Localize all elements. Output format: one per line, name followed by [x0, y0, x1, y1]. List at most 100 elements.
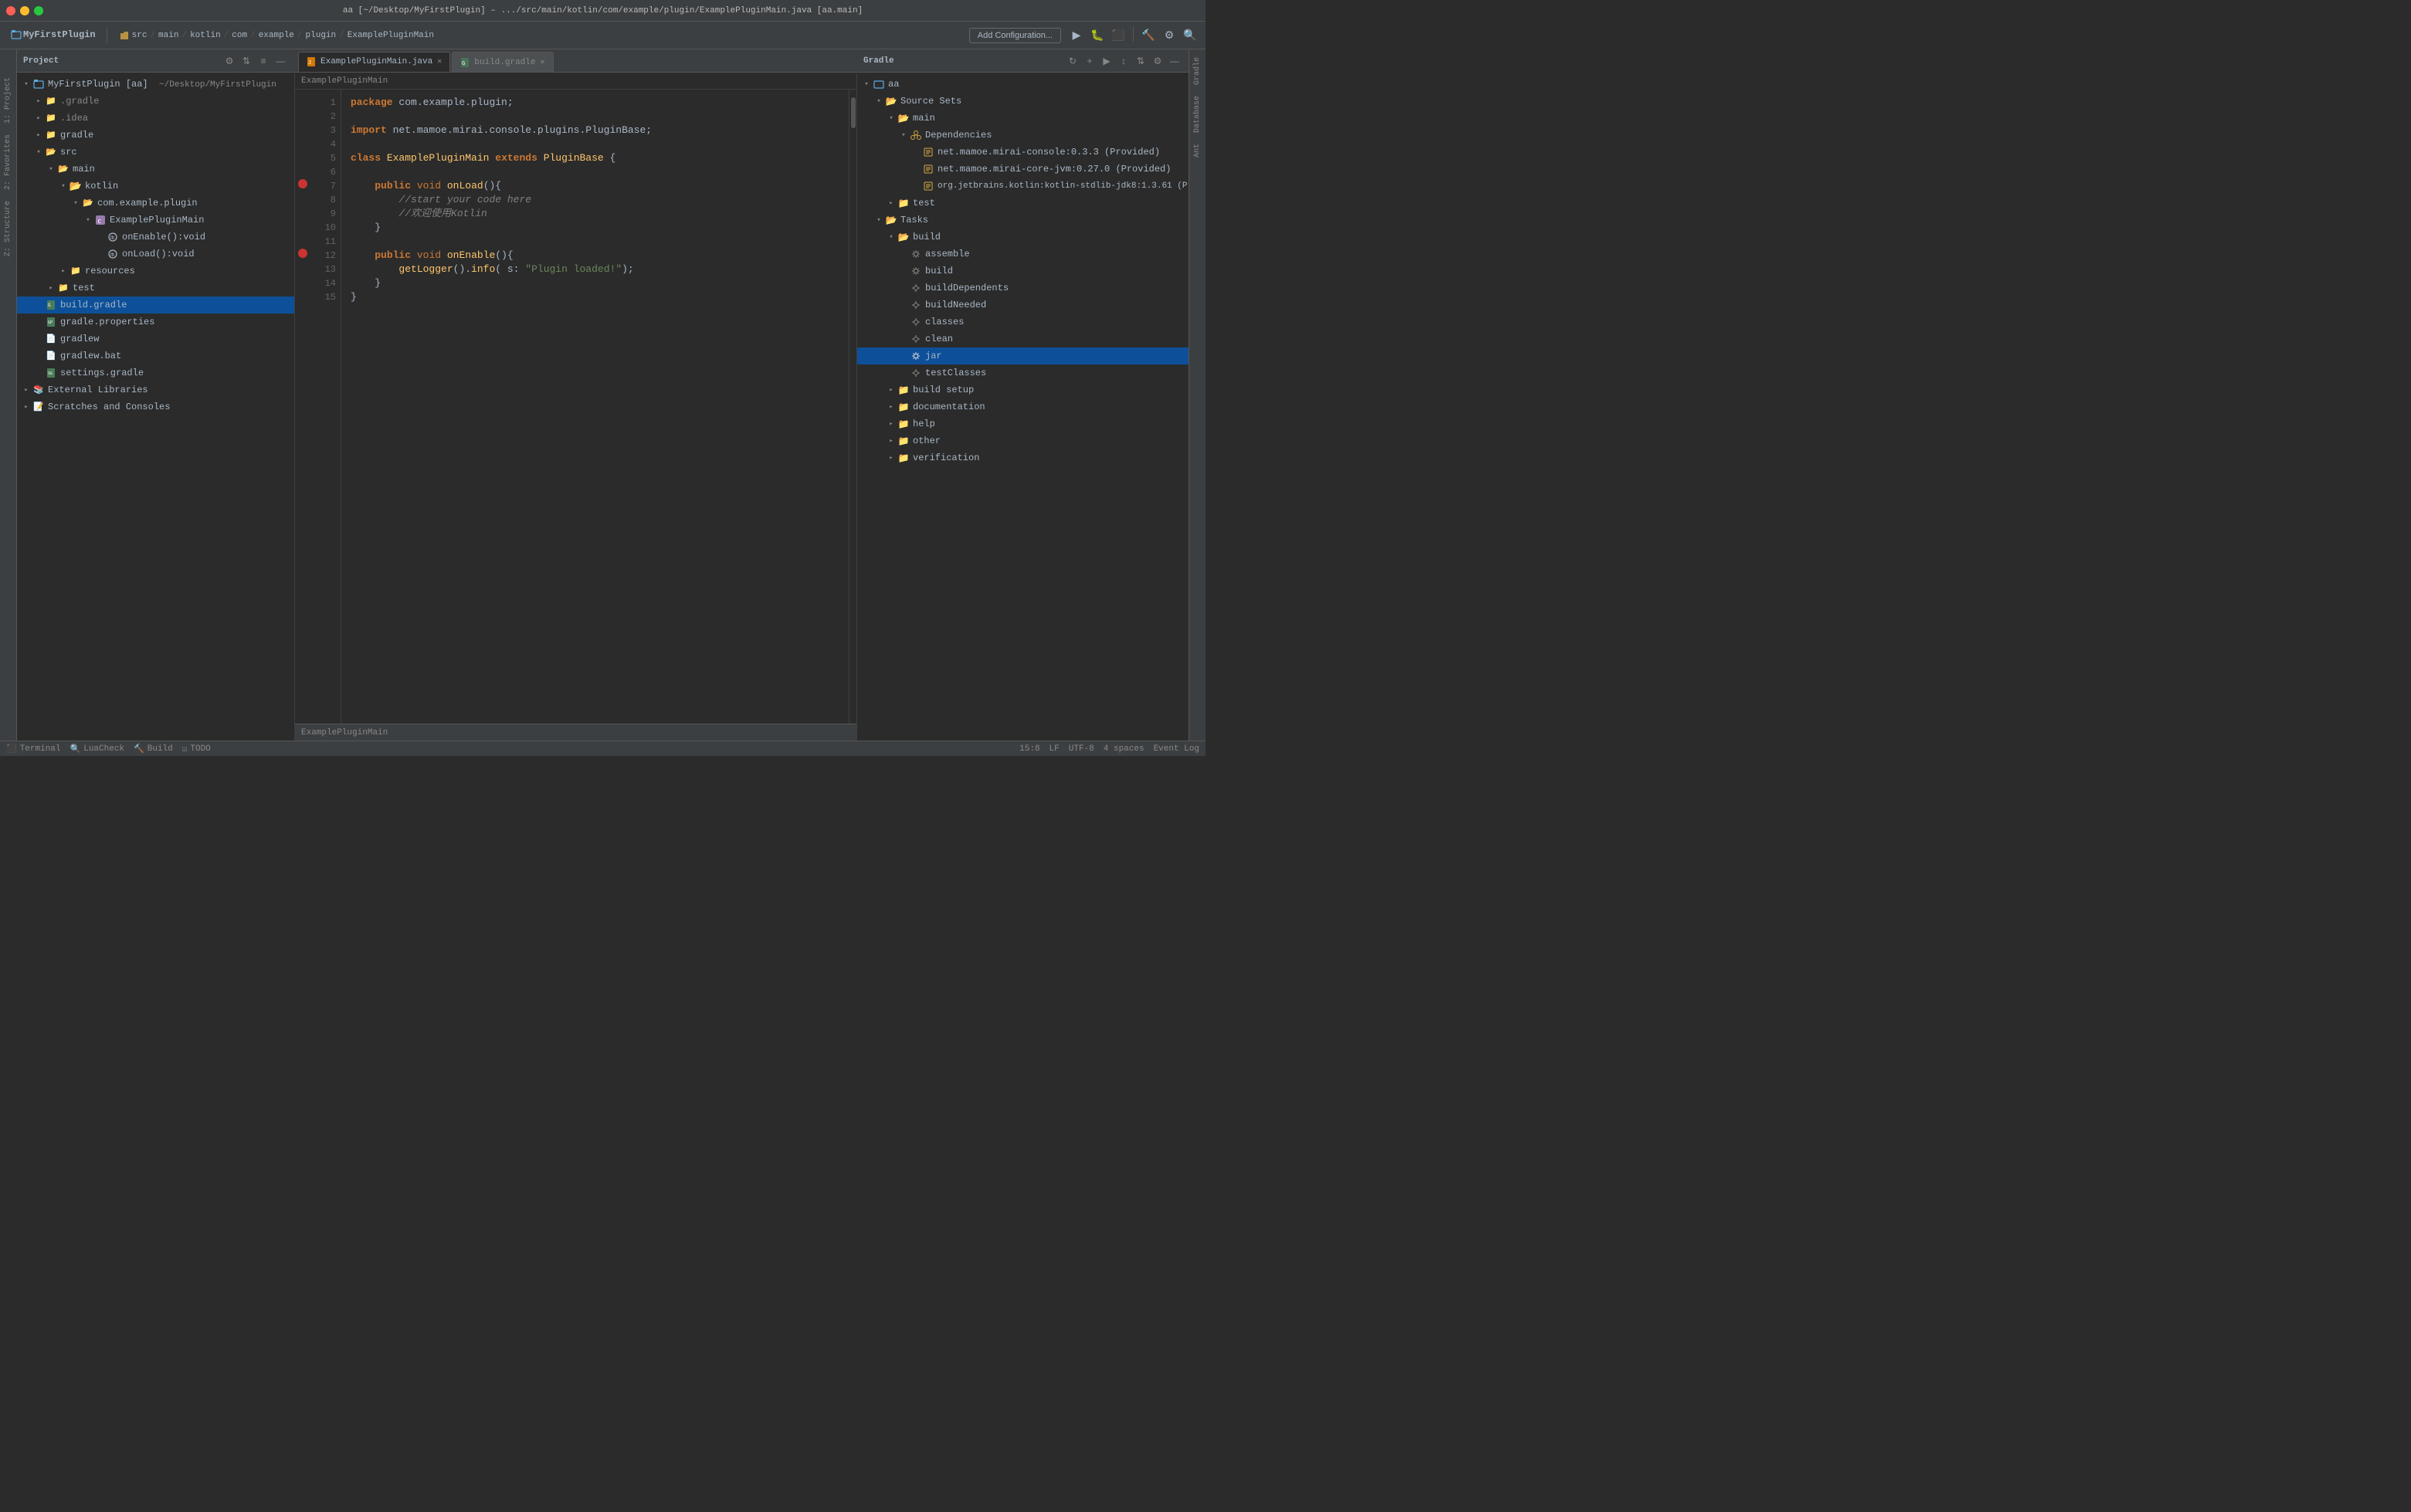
gradle-collapse-button[interactable]: ⇅: [1133, 53, 1148, 69]
gradle-item-testClasses[interactable]: testClasses: [857, 364, 1189, 381]
gradle-item-tasks[interactable]: 📂 Tasks: [857, 212, 1189, 229]
debug-button[interactable]: 🐛: [1088, 26, 1107, 45]
gradle-close-button[interactable]: —: [1167, 53, 1182, 69]
tree-item-gradle-properties[interactable]: GP gradle.properties: [17, 314, 294, 331]
tab-close-examplepluginmain[interactable]: ✕: [437, 57, 442, 66]
search-button[interactable]: 🔍: [1181, 26, 1199, 45]
tree-label-external-libs: External Libraries: [48, 385, 148, 395]
gradle-item-jar[interactable]: jar: [857, 347, 1189, 364]
settings-button[interactable]: ⚙: [1160, 26, 1178, 45]
gradle-refresh-button[interactable]: ↻: [1065, 53, 1080, 69]
tree-item-gradlew-bat[interactable]: 📄 gradlew.bat: [17, 347, 294, 364]
gradle-link-button[interactable]: +: [1082, 53, 1097, 69]
gradle-item-dependencies[interactable]: Dependencies: [857, 127, 1189, 144]
gradle-item-help[interactable]: 📁 help: [857, 415, 1189, 432]
gradle-item-documentation[interactable]: 📁 documentation: [857, 398, 1189, 415]
gradle-item-dep3[interactable]: org.jetbrains.kotlin:kotlin-stdlib-jdk8:…: [857, 178, 1189, 195]
tree-item-scratches[interactable]: 📝 Scratches and Consoles: [17, 398, 294, 415]
build-button-bottom[interactable]: 🔨 Build: [134, 744, 173, 754]
run-button[interactable]: ▶: [1067, 26, 1086, 45]
favorites-tab-strip[interactable]: Z: Structure: [2, 196, 14, 261]
tree-item-build-gradle[interactable]: G build.gradle: [17, 297, 294, 314]
folder-icon-gradle: 📁: [45, 129, 57, 141]
tab-build-gradle[interactable]: G build.gradle ✕: [452, 52, 553, 72]
gradle-item-source-sets[interactable]: 📂 Source Sets: [857, 93, 1189, 110]
gradle-item-other[interactable]: 📁 other: [857, 432, 1189, 449]
code-scrollbar[interactable]: [849, 90, 856, 724]
todo-icon: ☑: [182, 744, 188, 754]
arrow-main: [45, 163, 57, 175]
tree-item-examplepluginmain[interactable]: c ExamplePluginMain: [17, 212, 294, 229]
arrow-gradle: [32, 129, 45, 141]
tree-item-settings-gradle[interactable]: SG settings.gradle: [17, 364, 294, 381]
arrow-other: [885, 435, 897, 447]
gradle-label-aa: aa: [888, 79, 899, 90]
tree-item-onload[interactable]: m onLoad():void: [17, 246, 294, 263]
tree-item-onenable[interactable]: m onEnable():void: [17, 229, 294, 246]
main-ss-icon: 📂: [897, 112, 910, 124]
gradle-item-test-ss[interactable]: 📁 test: [857, 195, 1189, 212]
maximize-button[interactable]: [34, 6, 43, 15]
bc-file: ExamplePluginMain: [348, 31, 434, 40]
gradle-item-classes[interactable]: classes: [857, 314, 1189, 331]
event-log-button[interactable]: Event Log: [1154, 744, 1199, 754]
svg-text:GP: GP: [48, 320, 53, 325]
minimize-button[interactable]: [20, 6, 29, 15]
close-button[interactable]: [6, 6, 15, 15]
gradle-item-build-setup[interactable]: 📁 build setup: [857, 381, 1189, 398]
build-tasks-icon: 📂: [897, 231, 910, 243]
gradle-item-buildNeeded[interactable]: buildNeeded: [857, 297, 1189, 314]
database-side-tab[interactable]: Database: [1192, 91, 1203, 137]
project-tree[interactable]: MyFirstPlugin [aa] ~/Desktop/MyFirstPlug…: [17, 73, 294, 741]
gradlew-bat-icon: 📄: [45, 350, 57, 362]
tree-item-main[interactable]: 📂 main: [17, 161, 294, 178]
add-configuration-button[interactable]: Add Configuration...: [969, 28, 1061, 43]
tree-item-gradle[interactable]: 📁 gradle: [17, 127, 294, 144]
gradle-panel: Gradle ↻ + ▶ ↕ ⇅ ⚙ — aa: [856, 49, 1189, 741]
tab-examplepluginmain[interactable]: J ExamplePluginMain.java ✕: [298, 52, 450, 72]
gradle-item-dep1[interactable]: net.mamoe.mirai-console:0.3.3 (Provided): [857, 144, 1189, 161]
gradle-item-aa[interactable]: aa: [857, 76, 1189, 93]
gradle-side-tab[interactable]: Gradle: [1192, 53, 1203, 90]
tree-item-com-example-plugin[interactable]: 📂 com.example.plugin: [17, 195, 294, 212]
gradle-item-build-tasks[interactable]: 📂 build: [857, 229, 1189, 246]
tree-item-gradlew[interactable]: 📄 gradlew: [17, 331, 294, 347]
tree-item-myfirstplugin[interactable]: MyFirstPlugin [aa] ~/Desktop/MyFirstPlug…: [17, 76, 294, 93]
gradle-expand-button[interactable]: ↕: [1116, 53, 1131, 69]
tree-item-idea[interactable]: 📁 .idea: [17, 110, 294, 127]
code-content[interactable]: package com.example.plugin; import net.m…: [341, 90, 849, 724]
gradle-item-verification[interactable]: 📁 verification: [857, 449, 1189, 466]
gradle-settings-button[interactable]: ⚙: [1150, 53, 1165, 69]
gradle-item-dep2[interactable]: net.mamoe.mirai-core-jvm:0.27.0 (Provide…: [857, 161, 1189, 178]
run-buttons: ▶ 🐛 ⬛ 🔨 ⚙ 🔍: [1067, 26, 1199, 45]
project-tool-close[interactable]: —: [273, 53, 288, 69]
gradle-item-build-task[interactable]: build: [857, 263, 1189, 280]
todo-button[interactable]: ☑ TODO: [182, 744, 211, 754]
tab-close-build-gradle[interactable]: ✕: [540, 58, 544, 67]
project-tab-strip[interactable]: 1: Project: [2, 73, 14, 128]
gradle-run-task-button[interactable]: ▶: [1099, 53, 1114, 69]
gradle-tree[interactable]: aa 📂 Source Sets 📂 main Dependencies: [857, 73, 1189, 741]
gradle-item-clean[interactable]: clean: [857, 331, 1189, 347]
tree-item-gradle-hidden[interactable]: 📁 .gradle: [17, 93, 294, 110]
arrow-gradle-hidden: [32, 95, 45, 107]
project-tool-expand[interactable]: ⇅: [239, 53, 254, 69]
tree-item-resources[interactable]: 📁 resources: [17, 263, 294, 280]
tree-item-test[interactable]: 📁 test: [17, 280, 294, 297]
gradle-item-assemble[interactable]: assemble: [857, 246, 1189, 263]
gradle-item-main-ss[interactable]: 📂 main: [857, 110, 1189, 127]
ant-side-tab[interactable]: Ant: [1192, 139, 1203, 162]
tree-item-external-libs[interactable]: 📚 External Libraries: [17, 381, 294, 398]
project-tool-gear[interactable]: ⚙: [222, 53, 237, 69]
luacheck-button[interactable]: 🔍 LuaCheck: [70, 744, 125, 754]
task-icon-testClasses: [910, 367, 922, 379]
project-tool-settings[interactable]: ≡: [256, 53, 271, 69]
gradle-item-buildDependents[interactable]: buildDependents: [857, 280, 1189, 297]
structure-tab-strip[interactable]: 2: Favorites: [2, 130, 14, 195]
stop-button[interactable]: ⬛: [1109, 26, 1128, 45]
tree-item-kotlin[interactable]: 📂 kotlin: [17, 178, 294, 195]
project-panel-title: Project: [23, 56, 59, 66]
build-button[interactable]: 🔨: [1139, 26, 1158, 45]
tree-item-src[interactable]: 📂 src: [17, 144, 294, 161]
terminal-button[interactable]: ⬛ Terminal: [6, 744, 61, 754]
